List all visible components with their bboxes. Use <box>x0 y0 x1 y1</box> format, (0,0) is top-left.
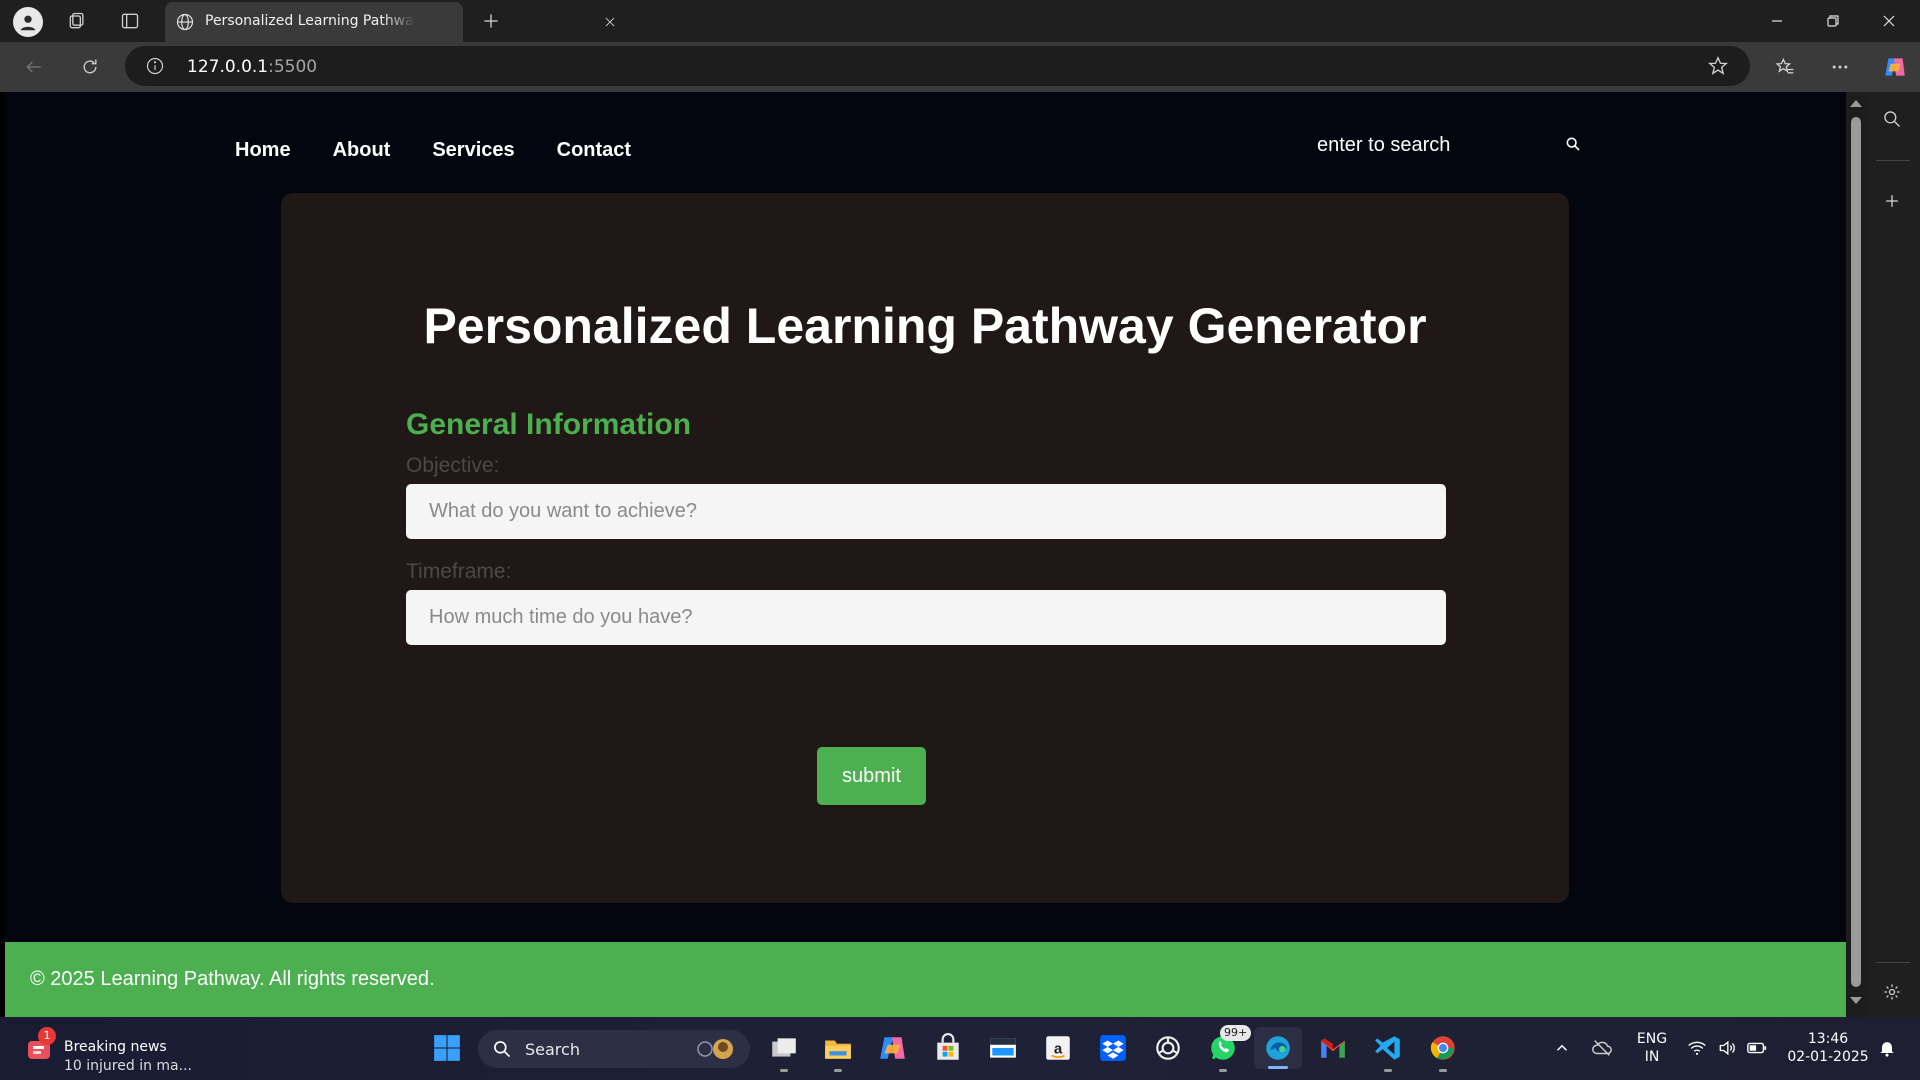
start-windows-icon[interactable] <box>430 1031 464 1065</box>
windows-taskbar: 1 Breaking news 10 injured in ma... Sear… <box>0 1017 1920 1080</box>
site-info-icon[interactable] <box>145 56 165 76</box>
chrome-icon[interactable] <box>1426 1031 1460 1072</box>
refresh-icon[interactable] <box>77 54 103 80</box>
general-information-form: General Information Objective: Timeframe… <box>406 408 1446 645</box>
page-scrollbar[interactable] <box>1846 92 1866 1017</box>
battery-icon[interactable] <box>1740 1031 1774 1065</box>
favorite-star-icon[interactable] <box>1707 55 1729 77</box>
file-explorer-icon[interactable] <box>821 1031 855 1072</box>
submit-button[interactable]: submit <box>817 747 926 805</box>
scroll-thumb[interactable] <box>1851 117 1861 987</box>
objective-label: Objective: <box>406 454 500 477</box>
more-options-icon[interactable] <box>1827 54 1853 80</box>
taskbar-search-label: Search <box>525 1040 580 1059</box>
section-heading: General Information <box>406 408 692 441</box>
show-hidden-icons-chevron-up-icon[interactable] <box>1545 1031 1579 1065</box>
scroll-down-arrow-icon[interactable] <box>1850 997 1862 1004</box>
amazon-prime-icon[interactable] <box>986 1031 1020 1065</box>
nav-about-link[interactable]: About <box>333 139 391 162</box>
whatsapp-badge: 99+ <box>1220 1025 1252 1041</box>
nav-contact-link[interactable]: Contact <box>557 139 631 162</box>
site-footer: © 2025 Learning Pathway. All rights rese… <box>5 942 1846 1017</box>
site-search <box>1315 130 1595 160</box>
edge-icon[interactable] <box>1254 1027 1302 1069</box>
clock-time: 13:46 <box>1807 1031 1849 1047</box>
news-widget[interactable]: 1 Breaking news 10 injured in ma... <box>22 1027 222 1074</box>
region-code: IN <box>1644 1049 1660 1065</box>
close-window-button[interactable] <box>1866 0 1912 42</box>
tab-title: Personalized Learning Pathway Generator <box>205 13 415 29</box>
footer-copyright: © 2025 Learning Pathway. All rights rese… <box>30 968 435 990</box>
workspaces-icon[interactable] <box>64 8 90 34</box>
svg-text:a: a <box>1054 1040 1063 1057</box>
new-tab-icon[interactable] <box>478 8 504 34</box>
task-view-icon[interactable] <box>767 1031 801 1072</box>
amazon-icon[interactable]: a <box>1041 1031 1075 1065</box>
objective-input[interactable] <box>406 484 1446 539</box>
clock[interactable]: 13:46 02-01-2025 <box>1783 1030 1873 1066</box>
search-icon <box>492 1039 512 1059</box>
notifications-bell-icon[interactable] <box>1870 1031 1904 1065</box>
news-subtitle: 10 injured in ma... <box>64 1058 192 1074</box>
sidebar-divider <box>1876 962 1910 963</box>
volume-icon[interactable] <box>1710 1031 1744 1065</box>
chatgpt-icon[interactable] <box>1151 1031 1185 1065</box>
sidebar-divider <box>1876 160 1910 161</box>
browser-tab-bar: Personalized Learning Pathway Generator <box>0 0 1920 42</box>
microsoft-store-icon[interactable] <box>931 1031 965 1065</box>
language-code: ENG <box>1636 1031 1668 1047</box>
site-search-input[interactable] <box>1315 130 1559 160</box>
active-tab[interactable]: Personalized Learning Pathway Generator <box>165 2 615 42</box>
nav-home-link[interactable]: Home <box>235 139 291 162</box>
address-bar-row: 127.0.0.1:5500 <box>0 42 1920 92</box>
url-text: 127.0.0.1:5500 <box>187 57 318 77</box>
whatsapp-icon[interactable]: 99+ <box>1206 1025 1252 1072</box>
close-tab-icon[interactable] <box>597 9 623 35</box>
taskbar-search-box[interactable]: Search <box>478 1030 750 1068</box>
profile-avatar-icon[interactable] <box>13 7 43 37</box>
nav-services-link[interactable]: Services <box>432 139 514 162</box>
timeframe-input[interactable] <box>406 590 1446 645</box>
site-navigation: Home About Services Contact <box>235 139 631 162</box>
page-viewport: Home About Services Contact Personalized… <box>5 92 1846 1017</box>
generator-card: Personalized Learning Pathway Generator … <box>281 193 1569 903</box>
restore-button[interactable] <box>1810 0 1856 42</box>
search-icon[interactable] <box>1565 136 1585 156</box>
favorites-icon[interactable] <box>1772 54 1798 80</box>
minimize-button[interactable] <box>1754 0 1800 42</box>
back-icon[interactable] <box>21 54 47 80</box>
url-field[interactable]: 127.0.0.1:5500 <box>125 46 1750 86</box>
search-highlight-icon <box>697 1039 733 1059</box>
globe-icon <box>175 12 195 32</box>
gmail-icon[interactable] <box>1316 1031 1350 1065</box>
input-language-indicator[interactable]: ENG IN <box>1630 1030 1674 1066</box>
wifi-icon[interactable] <box>1680 1031 1714 1065</box>
dropbox-icon[interactable] <box>1096 1031 1130 1065</box>
scroll-up-arrow-icon[interactable] <box>1850 100 1862 107</box>
page-title: Personalized Learning Pathway Generator <box>423 298 1427 354</box>
browser-sidebar <box>1866 92 1920 1017</box>
vscode-icon[interactable] <box>1371 1031 1405 1072</box>
copilot-icon[interactable] <box>1880 52 1910 82</box>
copilot-app-icon[interactable] <box>876 1031 910 1065</box>
timeframe-label: Timeframe: <box>406 560 512 583</box>
news-title: Breaking news <box>64 1039 167 1055</box>
clock-date: 02-01-2025 <box>1787 1049 1869 1065</box>
sidebar-settings-gear-icon[interactable] <box>1879 979 1905 1005</box>
sidebar-add-icon[interactable] <box>1879 188 1905 214</box>
news-badge: 1 <box>38 1027 56 1045</box>
onedrive-cloud-icon[interactable] <box>1585 1031 1619 1065</box>
tab-actions-icon[interactable] <box>117 8 143 34</box>
sidebar-search-icon[interactable] <box>1879 106 1905 132</box>
